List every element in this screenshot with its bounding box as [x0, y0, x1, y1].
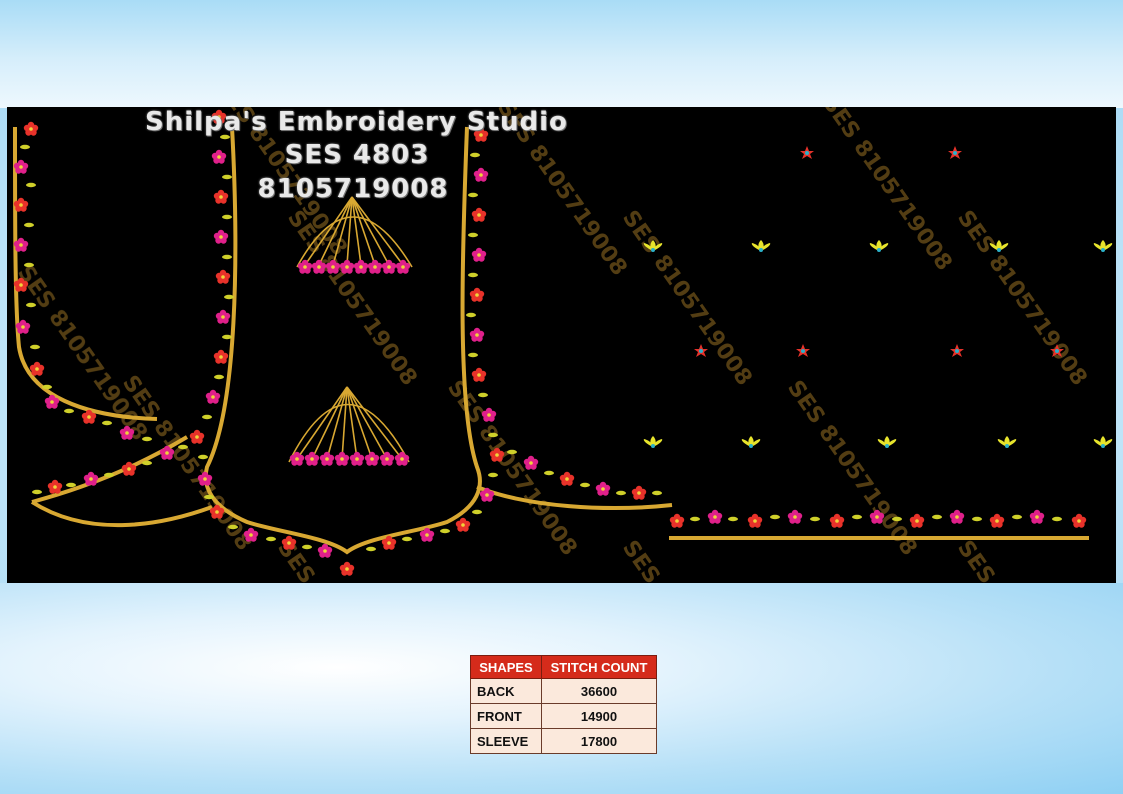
background-top: [0, 0, 1123, 108]
table-header-row: SHAPES STITCH COUNT: [470, 655, 657, 679]
svg-text:SES 8105719008: SES 8105719008: [442, 376, 581, 560]
svg-text:SES 8105719008: SES 8105719008: [952, 536, 1091, 583]
table-row: SLEEVE 17800: [470, 728, 657, 754]
svg-text:SES 8105719008: SES 8105719008: [282, 206, 421, 390]
count-cell: 17800: [541, 728, 657, 754]
count-cell: 14900: [541, 703, 657, 729]
svg-text:SES 8105719008: SES 8105719008: [617, 206, 756, 390]
table-row: FRONT 14900: [470, 703, 657, 729]
design-code: SES 4803: [284, 140, 430, 170]
shape-cell: SLEEVE: [470, 728, 542, 754]
stitch-count-table: SHAPES STITCH COUNT BACK 36600 FRONT 149…: [470, 655, 657, 754]
count-cell: 36600: [541, 678, 657, 704]
embroidery-pattern: SES 8105719008 SES 8105719008 SES 810571…: [12, 107, 1113, 583]
studio-name: Shilpa's Embroidery Studio: [145, 107, 568, 137]
phone-number: 8105719008: [257, 174, 449, 204]
table-row: BACK 36600: [470, 678, 657, 704]
svg-text:SES 8105719008: SES 8105719008: [617, 536, 756, 583]
header-shapes: SHAPES: [470, 655, 542, 679]
embroidery-design-panel: SES 8105719008 SES 8105719008 SES 810571…: [7, 107, 1116, 583]
shape-cell: BACK: [470, 678, 542, 704]
svg-text:SES 8105719008: SES 8105719008: [817, 107, 956, 275]
svg-text:SES 8105719008: SES 8105719008: [952, 206, 1091, 390]
svg-text:SES 8105719008: SES 8105719008: [782, 376, 921, 560]
shape-cell: FRONT: [470, 703, 542, 729]
header-stitch-count: STITCH COUNT: [541, 655, 657, 679]
